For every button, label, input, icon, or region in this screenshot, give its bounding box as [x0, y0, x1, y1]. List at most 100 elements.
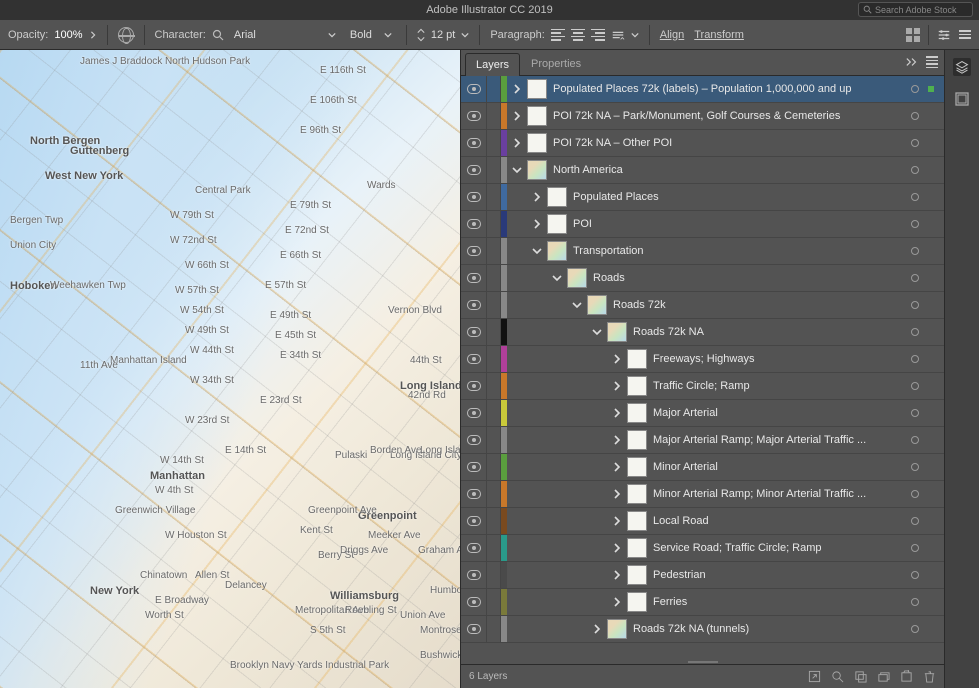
locate-icon[interactable]	[831, 670, 844, 683]
target-icon[interactable]	[906, 409, 924, 417]
disclosure-triangle[interactable]	[507, 103, 527, 129]
lock-toggle[interactable]	[487, 427, 501, 453]
layer-name[interactable]: POI 72k NA – Other POI	[553, 137, 900, 149]
disclosure-triangle[interactable]	[527, 238, 547, 264]
lock-toggle[interactable]	[487, 238, 501, 264]
layer-name[interactable]: POI 72k NA – Park/Monument, Golf Courses…	[553, 110, 900, 122]
layer-row[interactable]: North America	[461, 157, 944, 184]
layer-row[interactable]: Roads 72k	[461, 292, 944, 319]
lock-toggle[interactable]	[487, 562, 501, 588]
target-icon[interactable]	[906, 625, 924, 633]
layer-name[interactable]: Populated Places 72k (labels) – Populati…	[553, 83, 900, 95]
lock-toggle[interactable]	[487, 373, 501, 399]
lock-toggle[interactable]	[487, 265, 501, 291]
visibility-toggle[interactable]	[461, 103, 487, 129]
target-icon[interactable]	[906, 463, 924, 471]
lock-toggle[interactable]	[487, 346, 501, 372]
flyout-menu-icon[interactable]	[959, 30, 971, 39]
align-center-icon[interactable]	[571, 29, 585, 41]
visibility-toggle[interactable]	[461, 562, 487, 588]
disclosure-triangle[interactable]	[607, 589, 627, 615]
layer-row[interactable]: Major Arterial	[461, 400, 944, 427]
target-icon[interactable]	[906, 355, 924, 363]
visibility-toggle[interactable]	[461, 292, 487, 318]
lock-toggle[interactable]	[487, 508, 501, 534]
visibility-toggle[interactable]	[461, 76, 487, 102]
target-icon[interactable]	[906, 598, 924, 606]
font-family-select[interactable]: Arial	[230, 27, 340, 43]
disclosure-triangle[interactable]	[607, 427, 627, 453]
visibility-toggle[interactable]	[461, 481, 487, 507]
disclosure-triangle[interactable]	[607, 481, 627, 507]
layer-name[interactable]: Roads 72k	[613, 299, 900, 311]
layer-row[interactable]: POI	[461, 211, 944, 238]
target-icon[interactable]	[906, 436, 924, 444]
visibility-toggle[interactable]	[461, 616, 487, 642]
target-icon[interactable]	[906, 301, 924, 309]
tab-layers[interactable]: Layers	[465, 53, 520, 76]
clip-mask-icon[interactable]	[854, 670, 867, 683]
visibility-toggle[interactable]	[461, 130, 487, 156]
collapse-panel-icon[interactable]	[906, 57, 918, 67]
opacity-control[interactable]: Opacity: 100%	[8, 29, 97, 41]
disclosure-triangle[interactable]	[547, 265, 567, 291]
disclosure-triangle[interactable]	[527, 184, 547, 210]
visibility-toggle[interactable]	[461, 346, 487, 372]
layers-list[interactable]: Populated Places 72k (labels) – Populati…	[461, 76, 944, 660]
layer-name[interactable]: Populated Places	[573, 191, 900, 203]
visibility-toggle[interactable]	[461, 265, 487, 291]
align-left-icon[interactable]	[551, 29, 565, 41]
target-icon[interactable]	[906, 166, 924, 174]
target-icon[interactable]	[906, 112, 924, 120]
lock-toggle[interactable]	[487, 76, 501, 102]
disclosure-triangle[interactable]	[607, 373, 627, 399]
font-size-control[interactable]: 12 pt	[417, 28, 469, 42]
tab-properties[interactable]: Properties	[520, 52, 592, 75]
disclosure-triangle[interactable]	[607, 562, 627, 588]
layer-name[interactable]: Roads	[593, 272, 900, 284]
disclosure-triangle[interactable]	[587, 616, 607, 642]
layer-row[interactable]: Minor Arterial Ramp; Minor Arterial Traf…	[461, 481, 944, 508]
layer-row[interactable]: Local Road	[461, 508, 944, 535]
disclosure-triangle[interactable]	[607, 508, 627, 534]
selection-indicator[interactable]	[928, 86, 938, 92]
layer-name[interactable]: Roads 72k NA (tunnels)	[633, 623, 900, 635]
new-sublayer-icon[interactable]	[877, 670, 890, 683]
target-icon[interactable]	[906, 193, 924, 201]
layer-row[interactable]: Major Arterial Ramp; Major Arterial Traf…	[461, 427, 944, 454]
layer-row[interactable]: Transportation	[461, 238, 944, 265]
visibility-toggle[interactable]	[461, 184, 487, 210]
visibility-toggle[interactable]	[461, 454, 487, 480]
target-icon[interactable]	[906, 274, 924, 282]
search-adobe-stock[interactable]: Search Adobe Stock	[858, 2, 973, 17]
target-icon[interactable]	[906, 85, 924, 93]
transform-panel-button[interactable]: Transform	[694, 29, 744, 41]
layer-name[interactable]: Local Road	[653, 515, 900, 527]
visibility-toggle[interactable]	[461, 238, 487, 264]
layer-row[interactable]: Traffic Circle; Ramp	[461, 373, 944, 400]
target-icon[interactable]	[906, 571, 924, 579]
visibility-toggle[interactable]	[461, 319, 487, 345]
lock-toggle[interactable]	[487, 184, 501, 210]
target-icon[interactable]	[906, 382, 924, 390]
visibility-toggle[interactable]	[461, 508, 487, 534]
layer-name[interactable]: Roads 72k NA	[633, 326, 900, 338]
layer-name[interactable]: North America	[553, 164, 900, 176]
layer-name[interactable]: Major Arterial	[653, 407, 900, 419]
layer-name[interactable]: Traffic Circle; Ramp	[653, 380, 900, 392]
layer-row[interactable]: Roads	[461, 265, 944, 292]
layer-name[interactable]: Major Arterial Ramp; Major Arterial Traf…	[653, 434, 900, 446]
visibility-toggle[interactable]	[461, 535, 487, 561]
align-panel-button[interactable]: Align	[660, 29, 684, 41]
target-icon[interactable]	[906, 328, 924, 336]
align-right-icon[interactable]	[591, 29, 605, 41]
lock-toggle[interactable]	[487, 157, 501, 183]
lock-toggle[interactable]	[487, 211, 501, 237]
layer-name[interactable]: Minor Arterial	[653, 461, 900, 473]
new-layer-icon[interactable]	[900, 670, 913, 683]
layer-name[interactable]: Pedestrian	[653, 569, 900, 581]
target-icon[interactable]	[906, 247, 924, 255]
lock-toggle[interactable]	[487, 616, 501, 642]
layer-row[interactable]: Service Road; Traffic Circle; Ramp	[461, 535, 944, 562]
paragraph-options-icon[interactable]	[611, 28, 625, 42]
